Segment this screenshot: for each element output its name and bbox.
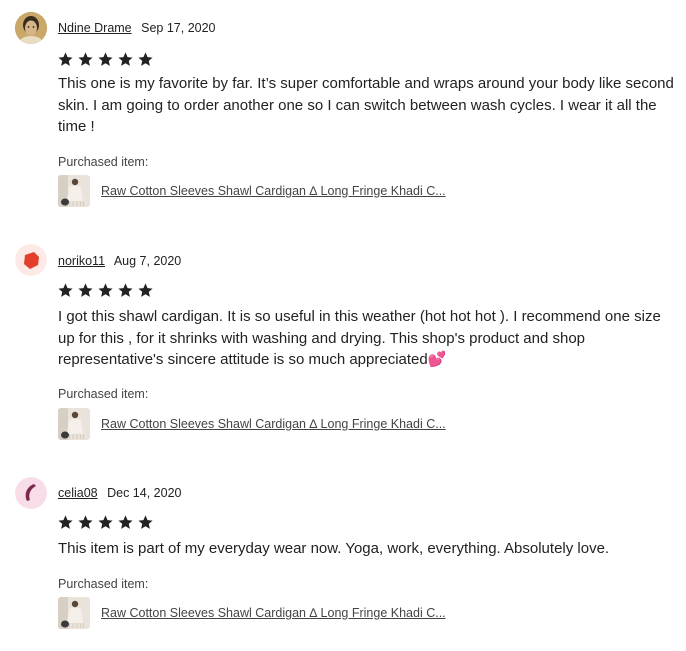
reviewer-name[interactable]: celia08 <box>58 486 98 500</box>
star-icon <box>138 52 153 66</box>
review-meta: noriko11 Aug 7, 2020 <box>58 253 181 269</box>
product-thumbnail[interactable] <box>58 408 90 440</box>
star-icon <box>78 52 93 66</box>
product-thumbnail[interactable] <box>58 597 90 629</box>
review-meta: celia08 Dec 14, 2020 <box>58 485 181 501</box>
purchased-item[interactable]: Raw Cotton Sleeves Shawl Cardigan ∆ Long… <box>58 408 446 440</box>
review-date: Sep 17, 2020 <box>141 21 216 35</box>
pink-crescent-avatar-icon[interactable] <box>15 477 47 509</box>
purchased-item-label: Purchased item: <box>58 155 149 169</box>
cardigan-image <box>58 597 90 629</box>
star-icon <box>138 283 153 297</box>
purchased-item-label: Purchased item: <box>58 387 149 401</box>
star-rating <box>57 282 154 299</box>
reviewer-name[interactable]: noriko11 <box>58 254 105 268</box>
star-icon <box>118 52 133 66</box>
review-text: I got this shawl cardigan. It is so usef… <box>58 308 661 368</box>
avatar-background <box>15 477 47 509</box>
purchased-item-label: Purchased item: <box>58 577 149 591</box>
cardigan-image <box>58 175 90 207</box>
user-photo-avatar-icon[interactable] <box>15 12 47 44</box>
star-icon <box>98 283 113 297</box>
product-thumbnail[interactable] <box>58 175 90 207</box>
star-icon <box>58 52 73 66</box>
review-date: Dec 14, 2020 <box>107 486 182 500</box>
star-icon <box>78 515 93 529</box>
purchased-item[interactable]: Raw Cotton Sleeves Shawl Cardigan ∆ Long… <box>58 175 446 207</box>
star-icon <box>78 283 93 297</box>
purchased-item-link[interactable]: Raw Cotton Sleeves Shawl Cardigan ∆ Long… <box>101 606 446 620</box>
star-icon <box>118 515 133 529</box>
star-icon <box>98 515 113 529</box>
purchased-item-link[interactable]: Raw Cotton Sleeves Shawl Cardigan ∆ Long… <box>101 417 446 431</box>
star-rating <box>57 51 154 68</box>
review-date: Aug 7, 2020 <box>113 254 182 268</box>
star-icon <box>98 52 113 66</box>
review-text: This one is my favorite by far. It’s sup… <box>58 75 674 135</box>
star-icon <box>118 283 133 297</box>
star-icon <box>138 515 153 529</box>
review-text: This item is part of my everyday wear no… <box>58 540 610 557</box>
review-meta: Ndine Drame Sep 17, 2020 <box>58 20 216 36</box>
cardigan-image <box>58 408 90 440</box>
reviewer-name[interactable]: Ndine Drame <box>58 21 132 35</box>
red-hexagon-avatar-icon[interactable] <box>15 244 47 276</box>
star-icon <box>58 515 73 529</box>
star-icon <box>58 283 73 297</box>
purchased-item-link[interactable]: Raw Cotton Sleeves Shawl Cardigan ∆ Long… <box>101 184 446 198</box>
star-rating <box>57 514 154 531</box>
purchased-item[interactable]: Raw Cotton Sleeves Shawl Cardigan ∆ Long… <box>58 597 446 629</box>
